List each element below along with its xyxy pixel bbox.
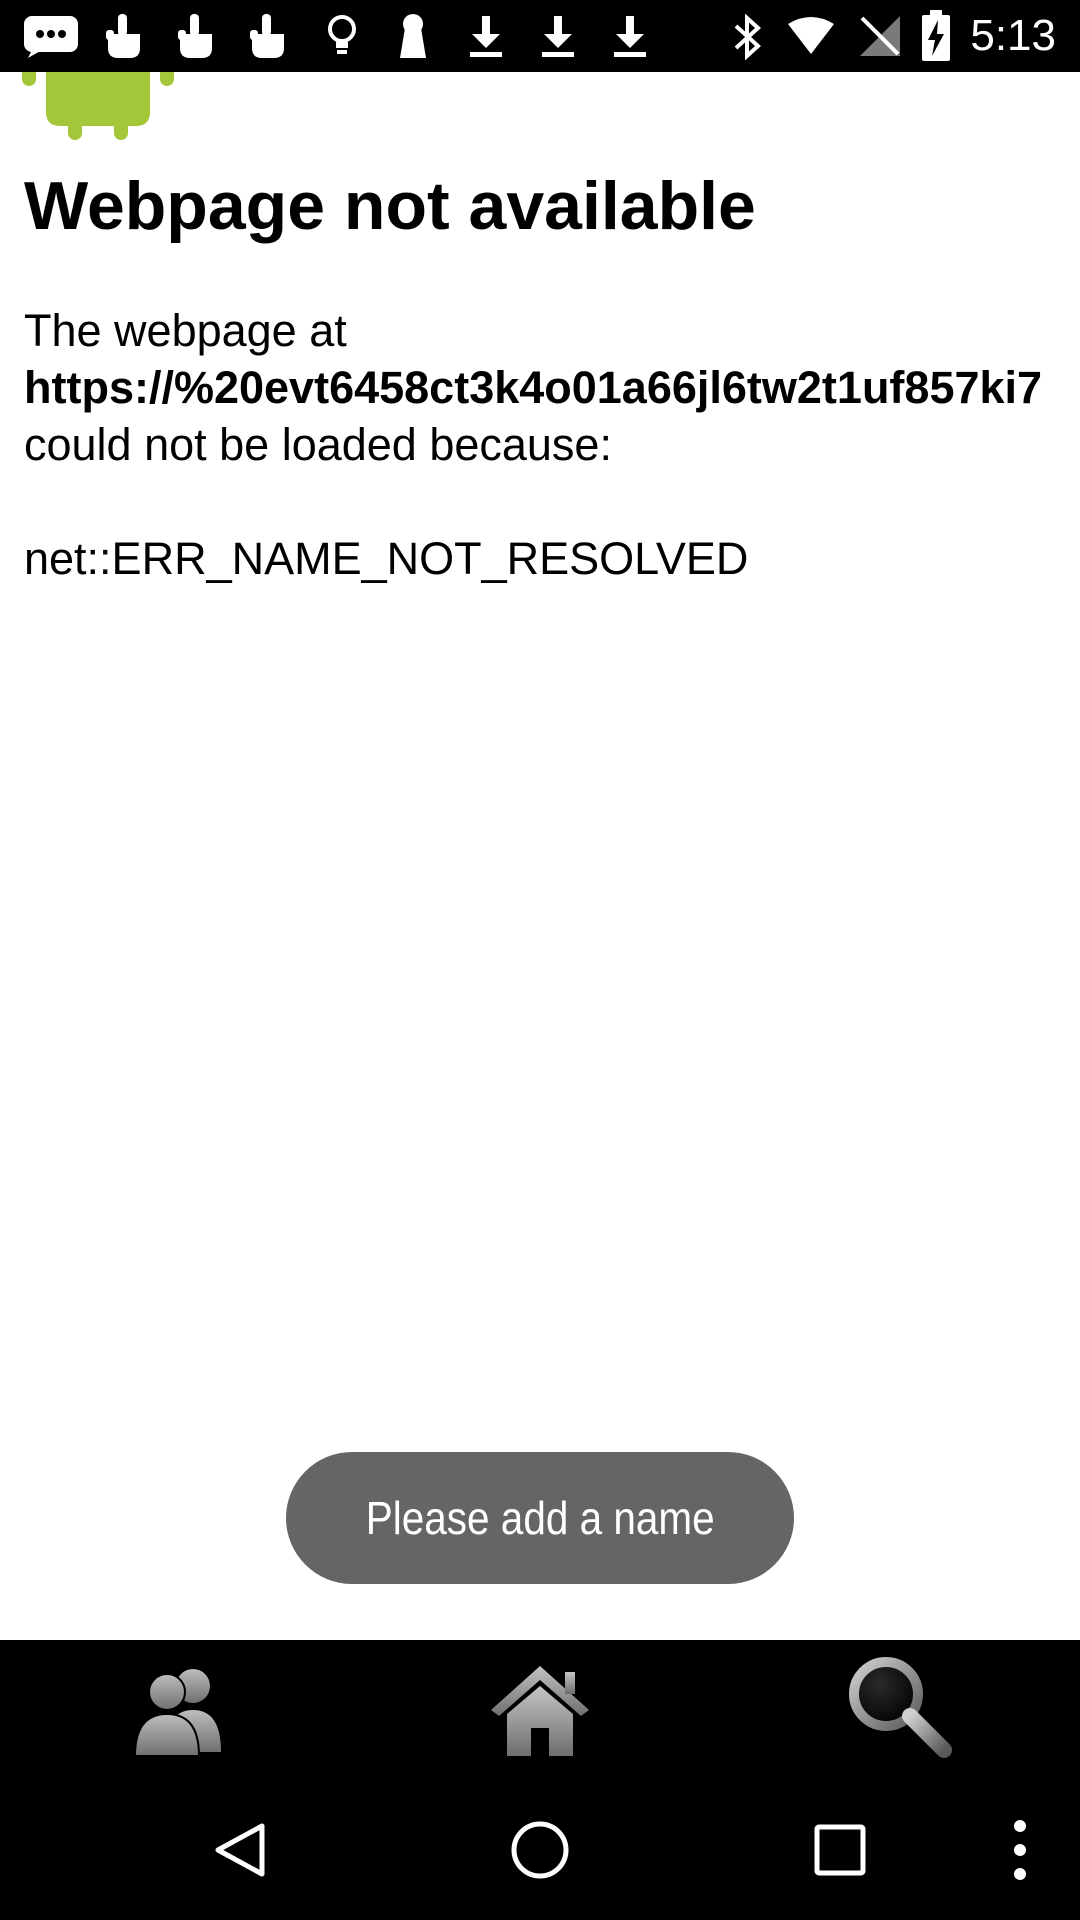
people-icon	[133, 1669, 221, 1757]
no-signal-icon	[860, 16, 900, 56]
toast: Please add a name	[286, 1452, 794, 1584]
hand-touch-icon	[106, 14, 140, 58]
battery-charging-icon	[922, 10, 950, 61]
search-icon	[849, 1657, 952, 1758]
home-nav-button[interactable]	[480, 1780, 600, 1920]
page-title: Webpage not available	[24, 168, 756, 244]
status-time: 5:13	[970, 11, 1056, 60]
lightbulb-icon	[328, 15, 356, 54]
message-prefix: The webpage at	[24, 305, 347, 356]
recents-button[interactable]	[780, 1780, 900, 1920]
android-logo	[22, 72, 174, 140]
keyhole-icon	[400, 14, 426, 58]
back-icon	[215, 1823, 265, 1877]
download-icon	[614, 16, 646, 57]
hand-touch-icon	[178, 14, 212, 58]
recents-icon	[814, 1824, 866, 1876]
download-icon	[542, 16, 574, 57]
bluetooth-icon	[734, 14, 761, 60]
toast-text: Please add a name	[365, 1492, 715, 1544]
navigation-bar	[0, 1780, 1080, 1920]
screen: 5:13 Webpage not available The webpage a…	[0, 0, 1080, 1920]
bottom-app-bar	[0, 1640, 1080, 1780]
error-code: net::ERR_NAME_NOT_RESOLVED	[24, 533, 749, 584]
wifi-icon	[788, 17, 834, 54]
overflow-menu-icon	[1014, 1820, 1026, 1880]
messages-icon	[24, 16, 78, 58]
home-icon	[491, 1666, 589, 1756]
search-button[interactable]	[720, 1640, 1080, 1780]
status-bar: 5:13	[0, 0, 1080, 72]
overflow-menu-button[interactable]	[980, 1780, 1060, 1920]
webview-content[interactable]: Webpage not available The webpage at htt…	[0, 72, 1080, 1640]
home-circle-icon	[511, 1821, 569, 1879]
error-message: The webpage at https://%20evt6458ct3k4o0…	[24, 302, 1080, 473]
back-button[interactable]	[180, 1780, 300, 1920]
people-button[interactable]	[0, 1640, 360, 1780]
hand-touch-icon	[250, 14, 284, 58]
home-button[interactable]	[360, 1640, 720, 1780]
download-icon	[470, 16, 502, 57]
message-suffix: could not be loaded because:	[24, 419, 612, 470]
failed-url: https://%20evt6458ct3k4o01a66jl6tw2t1uf8…	[24, 362, 1043, 413]
